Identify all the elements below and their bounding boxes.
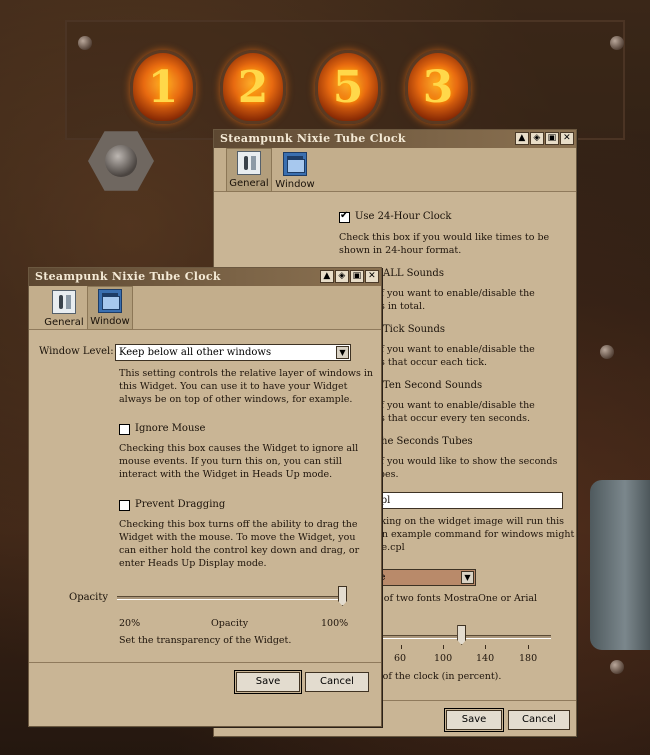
prevent-dragging-hint: Checking this box turns off the ability … xyxy=(119,519,358,530)
ten-second-sounds-label: Ten Second Sounds xyxy=(383,380,483,391)
scale-hint: ze of the clock (in percent). xyxy=(369,671,502,682)
rivet-icon xyxy=(610,36,624,50)
ignore-mouse-label[interactable]: Ignore Mouse xyxy=(135,423,205,434)
ten-second-sounds-hint: x if you want to enable/disable the xyxy=(369,400,535,411)
save-button[interactable]: Save xyxy=(444,708,504,732)
maximize-icon[interactable]: ▣ xyxy=(350,270,364,283)
nixie-digit: 3 xyxy=(422,61,454,113)
prevent-dragging-hint: enter Heads Up Display mode. xyxy=(119,558,267,569)
tab-label: Window xyxy=(275,179,315,190)
opacity-max-label: 100% xyxy=(321,618,349,629)
rivet-icon xyxy=(78,36,92,50)
ignore-mouse-checkbox[interactable] xyxy=(119,424,130,435)
scale-tick-label: 60 xyxy=(394,653,407,664)
window-level-value: Keep below all other windows xyxy=(119,347,272,358)
prevent-dragging-checkbox[interactable] xyxy=(119,500,130,511)
use-24-hour-checkbox[interactable] xyxy=(339,210,350,223)
window-titlebar[interactable]: Steampunk Nixie Tube Clock ▲ ◈ ▣ ✕ xyxy=(29,268,381,286)
close-icon[interactable]: ✕ xyxy=(365,270,379,283)
scale-tick-label: 140 xyxy=(476,653,495,664)
tab-general[interactable]: General xyxy=(226,148,272,192)
gauge-decoration xyxy=(590,480,650,650)
tab-window[interactable]: Window xyxy=(87,286,133,330)
tab-label: Window xyxy=(90,316,130,327)
use-24-hour-hint: Check this box if you would like times t… xyxy=(339,232,550,256)
cancel-button[interactable]: Cancel xyxy=(508,710,570,730)
nixie-tube-2[interactable]: 2 xyxy=(220,50,286,124)
opacity-mid-label: Opacity xyxy=(211,618,249,629)
nixie-digit: 5 xyxy=(332,61,364,113)
sliders-icon xyxy=(52,290,76,314)
close-icon[interactable]: ✕ xyxy=(560,132,574,145)
slider-tick xyxy=(443,645,444,649)
tab-general[interactable]: General xyxy=(41,286,87,330)
ignore-mouse-hint: Checking this box causes the Widget to i… xyxy=(119,443,359,454)
tab-toolbar: General Window xyxy=(29,286,381,330)
tick-sounds-hint: ces that occur each tick. xyxy=(369,357,488,368)
nixie-digit: 2 xyxy=(237,61,269,113)
window-icon xyxy=(98,289,122,313)
pin-icon[interactable]: ◈ xyxy=(530,132,544,145)
opacity-hint: Set the transparency of the Widget. xyxy=(119,635,292,646)
collapse-icon[interactable]: ▲ xyxy=(515,132,529,145)
opacity-min-label: 20% xyxy=(119,618,141,629)
window-titlebar[interactable]: Steampunk Nixie Tube Clock ▲ ◈ ▣ ✕ xyxy=(214,130,576,148)
command-input[interactable]: .cpl xyxy=(369,492,563,509)
opacity-slider-track[interactable] xyxy=(117,596,347,600)
opacity-label: Opacity xyxy=(69,592,109,603)
scale-tick-label: 100 xyxy=(434,653,453,664)
tick-sounds-hint: x if you want to enable/disable the xyxy=(369,344,535,355)
font-hint: ne of two fonts MostraOne or Arial xyxy=(369,593,538,604)
slider-tick xyxy=(401,645,402,649)
window-level-label: Window Level: xyxy=(39,346,114,357)
window-level-hint: this Widget. You can use it to have your… xyxy=(119,381,348,392)
scale-tick-label: 180 xyxy=(519,653,538,664)
save-button[interactable]: Save xyxy=(234,670,302,694)
window-level-hint: always be on top of other windows, for e… xyxy=(119,394,353,405)
rivet-icon xyxy=(610,660,624,674)
seconds-tubes-hint: x if you would like to show the seconds xyxy=(369,456,558,467)
prevent-dragging-hint: Widget with the mouse. To move the Widge… xyxy=(119,532,356,543)
ignore-mouse-hint: mouse events. If you turn this on, you c… xyxy=(119,456,342,467)
ignore-mouse-hint: interact with the Widget in Heads Up mod… xyxy=(119,469,333,480)
cancel-button[interactable]: Cancel xyxy=(305,672,369,692)
nixie-tube-4[interactable]: 3 xyxy=(405,50,471,124)
seconds-tubes-label: the Seconds Tubes xyxy=(377,436,473,447)
pin-icon[interactable]: ◈ xyxy=(335,270,349,283)
tab-label: General xyxy=(44,317,84,328)
scale-slider-thumb[interactable] xyxy=(457,625,467,645)
divider xyxy=(29,662,381,663)
sliders-icon xyxy=(237,151,261,175)
tab-label: General xyxy=(229,178,269,189)
chevron-down-icon[interactable]: ▼ xyxy=(461,571,474,584)
all-sounds-label: ALL Sounds xyxy=(383,268,444,279)
window-title: Steampunk Nixie Tube Clock xyxy=(220,132,406,145)
collapse-icon[interactable]: ▲ xyxy=(320,270,334,283)
nixie-tube-1[interactable]: 1 xyxy=(130,50,196,124)
opacity-slider-thumb[interactable] xyxy=(338,586,347,606)
slider-tick xyxy=(528,645,529,649)
maximize-icon[interactable]: ▣ xyxy=(545,132,559,145)
prevent-dragging-label[interactable]: Prevent Dragging xyxy=(135,499,225,510)
window-level-hint: This setting controls the relative layer… xyxy=(119,368,374,379)
window-level-select[interactable]: Keep below all other windows ▼ xyxy=(115,344,351,361)
ten-second-sounds-hint: ces that occur every ten seconds. xyxy=(369,413,531,424)
prevent-dragging-hint: can either hold the control key down and… xyxy=(119,545,360,556)
tab-toolbar: General Window xyxy=(214,148,576,192)
all-sounds-hint: x if you want to enable/disable the xyxy=(369,288,535,299)
slider-tick xyxy=(485,645,486,649)
chevron-down-icon[interactable]: ▼ xyxy=(336,346,349,359)
nixie-tube-3[interactable]: 5 xyxy=(315,50,381,124)
tick-sounds-label: Tick Sounds xyxy=(383,324,445,335)
nixie-digit: 1 xyxy=(147,61,179,113)
font-select[interactable]: ne ▼ xyxy=(369,569,476,586)
window-icon xyxy=(283,152,307,176)
use-24-hour-label: Use 24-Hour Clock xyxy=(355,211,452,222)
window-title: Steampunk Nixie Tube Clock xyxy=(35,270,221,283)
command-hint: . An example command for windows might xyxy=(369,529,575,540)
rivet-icon xyxy=(600,345,614,359)
preferences-window-window: Steampunk Nixie Tube Clock ▲ ◈ ▣ ✕ Gener… xyxy=(28,267,382,727)
command-hint: licking on the widget image will run thi… xyxy=(369,516,564,527)
tab-window[interactable]: Window xyxy=(272,148,318,192)
